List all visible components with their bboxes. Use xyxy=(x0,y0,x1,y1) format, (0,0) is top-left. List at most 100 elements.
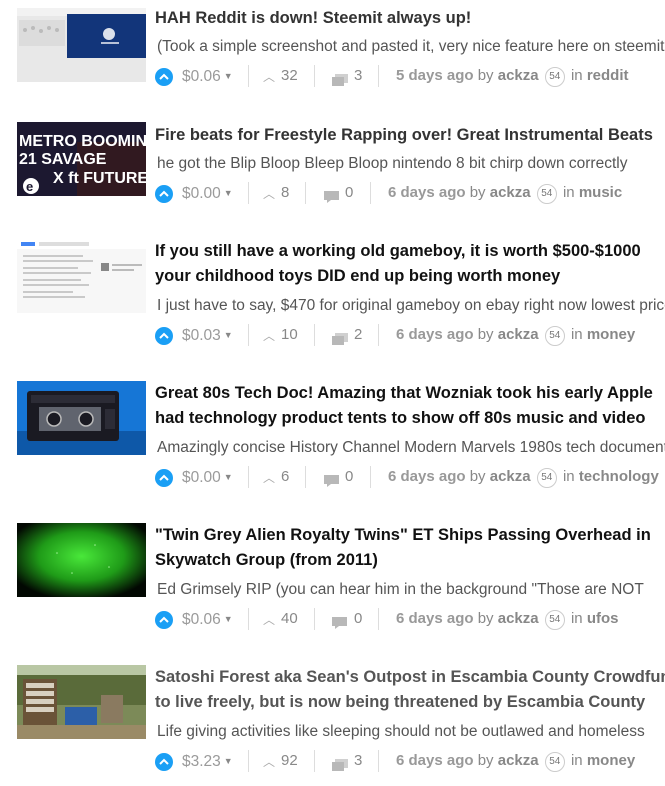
comments-icon[interactable] xyxy=(332,614,348,629)
post-title-line: Great 80s Tech Doc! Amazing that Wozniak… xyxy=(155,384,653,402)
caret-down-icon: ▼ xyxy=(223,188,233,198)
post-excerpt[interactable]: he got the Blip Bloop Bleep Bloop ninten… xyxy=(157,154,665,174)
in-label: in xyxy=(570,752,583,769)
in-label: in xyxy=(562,184,575,201)
payout-dropdown[interactable]: $0.06 ▼ xyxy=(182,608,233,631)
votes-chevron-icon[interactable]: ︿ xyxy=(263,467,275,489)
category-link[interactable]: ufos xyxy=(587,610,619,627)
divider xyxy=(248,182,249,204)
post-time[interactable]: 6 days ago xyxy=(388,184,466,201)
divider xyxy=(305,466,306,488)
post-time[interactable]: 6 days ago xyxy=(396,326,474,343)
comments-icon[interactable] xyxy=(332,756,348,771)
divider xyxy=(314,750,315,772)
post-item: Satoshi Forest aka Sean's Outpost in Esc… xyxy=(0,0,665,772)
post-title[interactable]: If you still have a working old gameboy,… xyxy=(155,239,665,289)
post-title-line: your childhood toys DID end up being wor… xyxy=(155,267,561,285)
category-link[interactable]: technology xyxy=(579,468,659,485)
search-results-thumbnail xyxy=(17,239,146,313)
comments-count[interactable]: 0 xyxy=(345,182,353,204)
category-link[interactable]: music xyxy=(579,184,622,201)
comments-icon[interactable] xyxy=(324,188,340,203)
post-title[interactable]: Great 80s Tech Doc! Amazing that Wozniak… xyxy=(155,381,665,431)
votes-chevron-icon[interactable]: ︿ xyxy=(263,751,275,773)
comments-icon[interactable] xyxy=(324,472,340,487)
votes-count[interactable]: 92 xyxy=(281,750,298,772)
payout-value: $3.23 xyxy=(182,753,221,770)
upvote-button[interactable] xyxy=(155,753,173,771)
chevron-up-icon xyxy=(159,332,169,339)
divider xyxy=(248,466,249,488)
divider xyxy=(248,750,249,772)
upvote-button[interactable] xyxy=(155,185,173,203)
payout-dropdown[interactable]: $0.00 ▼ xyxy=(182,466,233,489)
post-meta: $3.23 ▼ ︿ 92 3 6 days ago by ackza 54 in … xyxy=(155,750,665,772)
post-thumbnail[interactable] xyxy=(17,381,146,455)
votes-chevron-icon[interactable]: ︿ xyxy=(263,183,275,205)
comments-count[interactable]: 0 xyxy=(354,608,362,630)
post-title-line: Satoshi Forest aka Sean's Outpost in Esc… xyxy=(155,668,665,686)
payout-dropdown[interactable]: $3.23 ▼ xyxy=(182,750,233,773)
post-excerpt[interactable]: I just have to say, $470 for original ga… xyxy=(157,296,665,316)
chevron-up-icon xyxy=(159,190,169,197)
post-title-line: If you still have a working old gameboy,… xyxy=(155,242,641,260)
votes-count[interactable]: 6 xyxy=(281,466,289,488)
votes-chevron-icon[interactable]: ︿ xyxy=(263,325,275,347)
votes-count[interactable]: 40 xyxy=(281,608,298,630)
caret-down-icon: ▼ xyxy=(223,472,233,482)
post-byline: 6 days ago by ackza 54 in money xyxy=(396,750,635,772)
author-link[interactable]: ackza xyxy=(498,610,539,627)
upvote-button[interactable] xyxy=(155,611,173,629)
post-excerpt[interactable]: Ed Grimsely RIP (you can hear him in the… xyxy=(157,580,665,600)
payout-value: $0.00 xyxy=(182,469,221,486)
category-link[interactable]: money xyxy=(587,326,635,343)
upvote-button[interactable] xyxy=(155,469,173,487)
category-link[interactable]: money xyxy=(587,752,635,769)
comments-count[interactable]: 3 xyxy=(354,750,362,772)
comments-icon[interactable] xyxy=(332,330,348,345)
comments-count[interactable]: 0 xyxy=(345,466,353,488)
votes-count[interactable]: 8 xyxy=(281,182,289,204)
post-title[interactable]: Satoshi Forest aka Sean's Outpost in Esc… xyxy=(155,665,665,715)
divider xyxy=(378,750,379,772)
author-link[interactable]: ackza xyxy=(498,326,539,343)
upvote-button[interactable] xyxy=(155,327,173,345)
reputation-badge: 54 xyxy=(544,752,565,772)
post-meta: $0.00 ▼ ︿ 6 0 6 days ago by ackza 54 in t… xyxy=(155,466,665,488)
post-excerpt[interactable]: Amazingly concise History Channel Modern… xyxy=(157,438,665,458)
author-link[interactable]: ackza xyxy=(490,468,531,485)
forest-camp-thumbnail xyxy=(17,665,146,739)
author-link[interactable]: ackza xyxy=(490,184,531,201)
votes-chevron-icon[interactable]: ︿ xyxy=(263,609,275,631)
by-label: by xyxy=(477,326,494,343)
post-time[interactable]: 6 days ago xyxy=(396,610,474,627)
author-link[interactable]: ackza xyxy=(498,752,539,769)
post-thumbnail[interactable] xyxy=(17,239,146,313)
divider xyxy=(248,324,249,346)
post-thumbnail[interactable] xyxy=(17,523,146,597)
cassette-player-thumbnail xyxy=(17,381,146,455)
comments-count[interactable]: 2 xyxy=(354,324,362,346)
post-thumbnail[interactable]: METRO BOOMIN 21 SAVAGE X ft FUTURE e xyxy=(17,122,146,196)
post-time[interactable]: 6 days ago xyxy=(396,752,474,769)
caret-down-icon: ▼ xyxy=(223,756,233,766)
post-title[interactable]: Fire beats for Freestyle Rapping over! G… xyxy=(155,123,665,148)
post-time[interactable]: 6 days ago xyxy=(388,468,466,485)
post-title-line: had technology product tents to show off… xyxy=(155,409,646,427)
payout-dropdown[interactable]: $0.03 ▼ xyxy=(182,324,233,347)
by-label: by xyxy=(477,610,494,627)
reputation-badge: 54 xyxy=(544,326,565,346)
in-label: in xyxy=(570,610,583,627)
post-thumbnail[interactable] xyxy=(17,665,146,739)
post-excerpt[interactable]: Life giving activities like sleeping sho… xyxy=(157,722,665,742)
votes-count[interactable]: 10 xyxy=(281,324,298,346)
post-title[interactable]: "Twin Grey Alien Royalty Twins" ET Ships… xyxy=(155,523,665,573)
chevron-up-icon xyxy=(159,474,169,481)
by-label: by xyxy=(469,468,486,485)
divider xyxy=(248,608,249,630)
payout-dropdown[interactable]: $0.00 ▼ xyxy=(182,182,233,205)
payout-value: $0.00 xyxy=(182,185,221,202)
post-title-line: Fire beats for Freestyle Rapping over! G… xyxy=(155,126,653,144)
by-label: by xyxy=(477,752,494,769)
in-label: in xyxy=(562,468,575,485)
